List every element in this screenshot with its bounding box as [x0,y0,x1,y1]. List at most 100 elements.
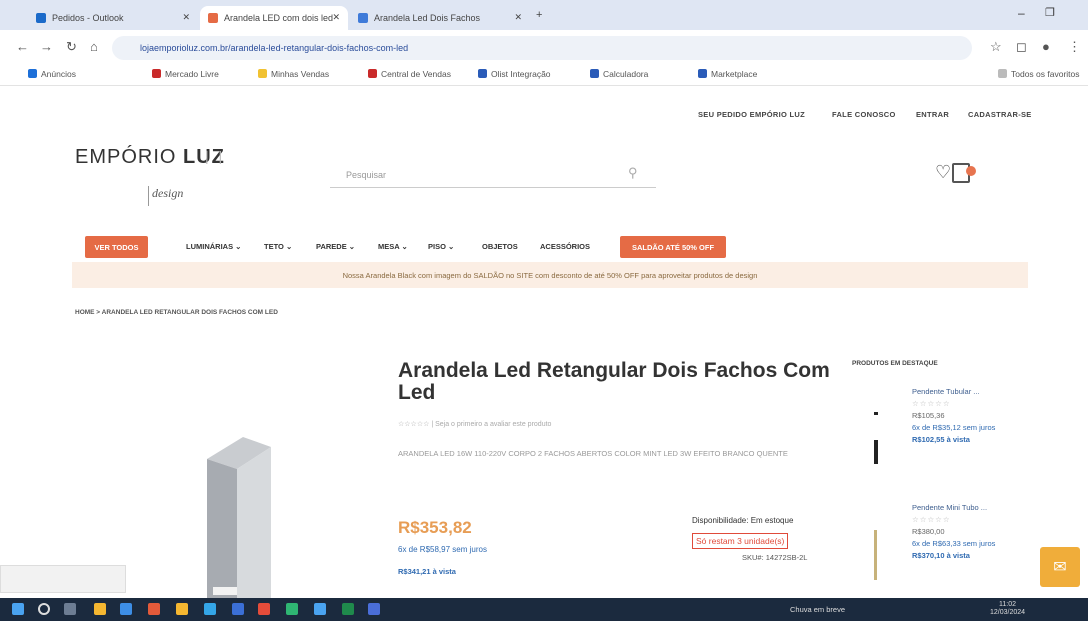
related-item[interactable]: Pendente Tubular ... ☆☆☆☆☆ R$105,36 6x d… [912,386,1012,446]
main-nav: VER TODOS LUMINÁRIAS ⌄ TETO ⌄ PAREDE ⌄ M… [0,236,1088,258]
bookmark-item[interactable]: Calculadora [590,69,648,79]
excel-icon[interactable] [342,603,354,615]
product-description: ARANDELA LED 16W 110-220V CORPO 2 FACHOS… [398,449,788,458]
extensions-icon[interactable]: ◻ [1016,39,1027,55]
bookmark-icon [698,69,707,78]
office-icon[interactable] [148,603,160,615]
bookmark-item[interactable]: Central de Vendas [368,69,451,79]
search-icon[interactable] [38,603,50,615]
nav-item-teto[interactable]: TETO ⌄ [264,242,292,251]
chat-widget-button[interactable]: ✉ [1040,547,1080,587]
file-explorer-icon[interactable] [94,603,106,615]
nav-view-all-button[interactable]: VER TODOS [85,236,148,258]
app-icon[interactable] [204,603,216,615]
tab-arandela-1[interactable]: Arandela LED com dois led ✕ [200,6,348,30]
breadcrumb[interactable]: HOME > ARANDELA LED RETANGULAR DOIS FACH… [75,309,278,316]
bookmark-icon [258,69,267,78]
logo[interactable]: EMPÓRIO LUZ [75,146,225,169]
search-icon[interactable]: ⚲ [628,165,638,181]
nav-item-objetos[interactable]: OBJETOS [482,242,518,251]
whatsapp-icon[interactable] [286,603,298,615]
product-sku: SKU#: 14272SB-2L [742,553,808,562]
nav-item-parede[interactable]: PAREDE ⌄ [316,242,355,251]
nav-item-luminarias[interactable]: LUMINÁRIAS ⌄ [186,242,241,251]
bookmark-icon [152,69,161,78]
toplink-orders[interactable]: SEU PEDIDO EMPÓRIO LUZ [698,110,805,119]
installment-price: 6x de R$58,97 sem juros [398,545,487,554]
bookmark-item[interactable]: Marketplace [698,69,757,79]
bookmark-icon [590,69,599,78]
weather-widget[interactable]: Chuva em breve [790,605,845,614]
site-favicon-icon [358,13,368,23]
bookmark-item[interactable]: Todos os favoritos [998,69,1080,79]
logo-subtitle: design [148,186,183,206]
nav-item-piso[interactable]: PISO ⌄ [428,242,454,251]
folder-icon [998,69,1007,78]
related-thumb[interactable] [874,440,878,464]
browser-tab-bar: Pedidos - Outlook ✕ Arandela LED com doi… [0,0,1088,30]
forward-icon[interactable]: → [40,39,53,54]
bookmark-icon [478,69,487,78]
back-icon[interactable]: ← [16,39,29,54]
outlook-icon[interactable] [368,603,380,615]
logo-bars: | | [205,148,226,164]
maximize-icon[interactable]: ❐ [1045,6,1055,19]
profile-icon[interactable]: ● [1042,39,1050,54]
nav-item-acessorios[interactable]: ACESSÓRIOS [540,242,590,251]
new-tab-icon[interactable]: + [536,9,542,21]
cookie-notice[interactable] [0,565,126,593]
wall-lamp-image [207,437,271,602]
clock[interactable]: 11:02 12/03/2024 [990,601,1025,617]
wishlist-heart-icon[interactable]: ♡ [935,162,951,183]
address-bar-row: ← → ↻ ⌂ lojaemporioluz.com.br/arandela-l… [0,30,1088,64]
app-icon[interactable] [314,603,326,615]
stock-badge: Só restam 3 unidade(s) [692,533,789,549]
cart-badge [966,166,976,176]
home-icon[interactable]: ⌂ [90,39,98,54]
minimize-icon[interactable]: – [1018,6,1025,20]
tab-outlook[interactable]: Pedidos - Outlook ✕ [28,6,198,30]
toplink-login[interactable]: ENTRAR [916,110,949,119]
folder-icon[interactable] [176,603,188,615]
bookmark-item[interactable]: Mercado Livre [152,69,219,79]
bookmark-icon [28,69,37,78]
site-favicon-icon [208,13,218,23]
edge-icon[interactable] [120,603,132,615]
url-input[interactable]: lojaemporioluz.com.br/arandela-led-retan… [112,36,972,60]
search-input[interactable]: Pesquisar [330,160,656,188]
availability: Disponibilidade: Em estoque [692,516,794,525]
bookmark-item[interactable]: Anúncios [28,69,76,79]
toplink-register[interactable]: CADASTRAR-SE [968,110,1032,119]
chat-icon: ✉ [1053,559,1067,576]
product-title: Arandela Led Retangular Dois Fachos Com … [398,359,830,404]
windows-taskbar: Chuva em breve 11:02 12/03/2024 [0,598,1088,621]
bookmark-item[interactable]: Minhas Vendas [258,69,329,79]
outlook-icon [36,13,46,23]
word-icon[interactable] [232,603,244,615]
chrome-icon[interactable] [258,603,270,615]
star-icon[interactable]: ☆ [990,39,1002,55]
nav-sale-button[interactable]: SALDÃO ATÉ 50% OFF [620,236,726,258]
nav-item-mesa[interactable]: MESA ⌄ [378,242,408,251]
related-thumb[interactable] [874,412,878,415]
reload-icon[interactable]: ↻ [66,39,77,55]
close-tab-icon[interactable]: ✕ [332,12,340,23]
product-price: R$353,82 [398,518,472,537]
toplink-contact[interactable]: FALE CONOSCO [832,110,896,119]
promo-banner[interactable]: Nossa Arandela Black com imagem do SALDÃ… [72,262,1028,288]
close-tab-icon[interactable]: ✕ [514,12,522,23]
related-item[interactable]: Pendente Mini Tubo ... ☆☆☆☆☆ R$380,00 6x… [912,502,1012,562]
close-tab-icon[interactable]: ✕ [182,12,190,23]
related-thumb[interactable] [874,530,877,580]
product-rating[interactable]: ☆☆☆☆☆ | Seja o primeiro a avaliar este p… [398,420,551,428]
task-view-icon[interactable] [64,603,76,615]
menu-icon[interactable]: ⋮ [1068,39,1081,55]
pix-price: R$341,21 à vista [398,567,456,576]
windows-start-icon[interactable] [12,603,24,615]
bookmark-item[interactable]: Olist Integração [478,69,551,79]
tab-arandela-2[interactable]: Arandela Led Dois Fachos ✕ [350,6,530,30]
bookmark-icon [368,69,377,78]
related-title: PRODUTOS EM DESTAQUE [852,360,938,367]
product-image[interactable] [193,437,271,602]
bookmarks-bar: Anúncios Mercado Livre Minhas Vendas Cen… [0,64,1088,86]
